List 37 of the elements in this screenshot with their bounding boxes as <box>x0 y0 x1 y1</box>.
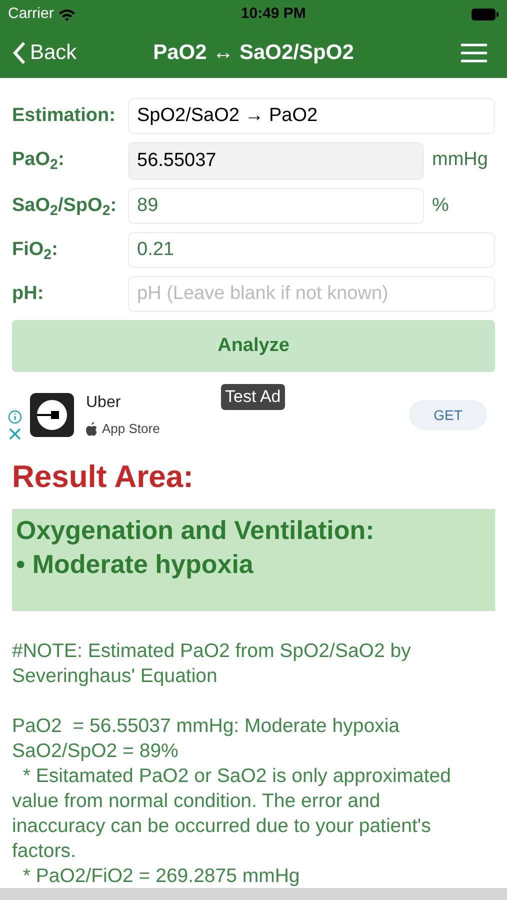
note-text: #NOTE: Estimated PaO2 from SpO2/SaO2 by Severinghaus' Equation <box>12 638 412 688</box>
field-label: pH: <box>12 282 45 306</box>
clock: 10:49 PM <box>240 4 306 24</box>
input-field[interactable]: 0.21 <box>128 232 495 268</box>
analyze-button[interactable]: Analyze <box>12 320 495 372</box>
carrier-label: Carrier <box>8 4 54 24</box>
field-label: SaO$_{2}$/SpO$_{2}$: <box>12 194 118 220</box>
input-field[interactable]: 56.55037 <box>128 142 424 180</box>
wifi-icon <box>58 8 76 20</box>
close-icon[interactable] <box>9 428 21 440</box>
store-label: App Store <box>102 420 160 438</box>
input-field[interactable]: 89 <box>128 188 424 224</box>
note-text: PaO2 = 56.55037 mmHg: Moderate hypoxia <box>12 714 401 738</box>
result-text: Oxygenation and Ventilation: <box>16 514 376 546</box>
get-button[interactable]: GET <box>409 400 487 430</box>
menu-icon[interactable] <box>461 43 487 63</box>
field-label: Estimation: <box>12 104 116 128</box>
app-logo-icon <box>30 393 74 437</box>
note-text: * PaO2/FiO2 = 269.2875 mmHg <box>22 864 301 888</box>
unit-label: % <box>432 194 449 218</box>
chevron-left-icon <box>12 41 26 65</box>
app-name: Uber <box>86 393 122 414</box>
apple-icon <box>86 422 98 436</box>
field-label: FiO$_{2}$: <box>12 238 59 264</box>
battery-icon <box>470 8 499 20</box>
info-icon[interactable] <box>8 410 22 424</box>
note-text: SaO2/SpO2 = 89% <box>12 738 180 764</box>
unit-label: mmHg <box>432 148 488 172</box>
input-field[interactable]: pH (Leave blank if not known) <box>128 276 495 312</box>
screen-title: PaO2 ↔ SaO2/SpO2 <box>153 40 354 66</box>
result-title: Result Area: <box>12 458 194 496</box>
note-text: * Esitamated PaO2 or SaO2 is only approximated value from normal condition. The error and inaccuracy can be occurred due to your patient's factors. <box>12 764 452 864</box>
test-ad-badge: Test Ad <box>221 384 285 410</box>
result-text: • Moderate hypoxia <box>16 548 254 580</box>
estimation-dropdown[interactable]: SpO2/SaO2 → PaO2 <box>128 98 495 134</box>
field-label: PaO$_{2}$: <box>12 148 66 174</box>
back-button[interactable]: Back <box>12 37 77 69</box>
